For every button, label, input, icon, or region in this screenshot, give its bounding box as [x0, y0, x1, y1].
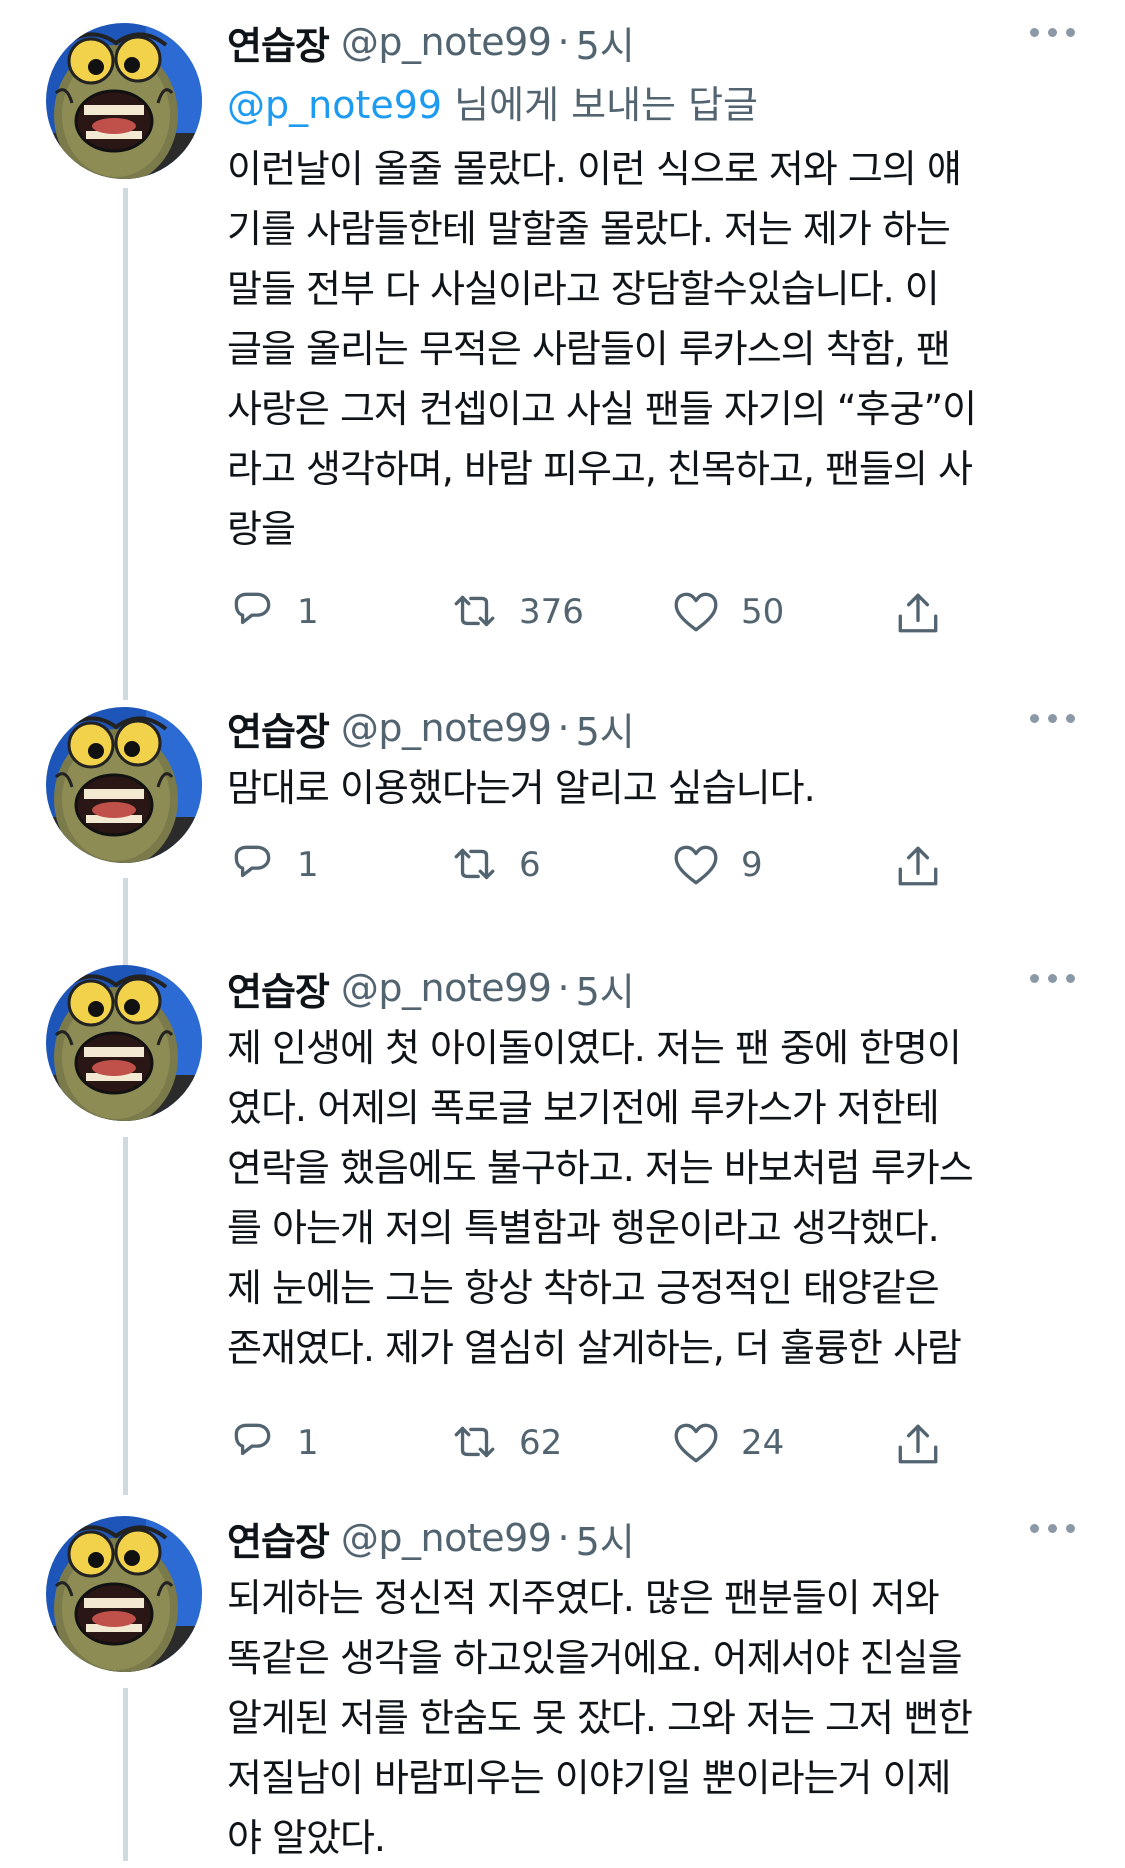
- retweet-count: 376: [519, 592, 584, 632]
- tweet[interactable]: 연습장 @p_note99 · 5시 @p_note99 님에게 보내는 답글 …: [0, 0, 1125, 700]
- retweet-button[interactable]: 62: [449, 1418, 671, 1468]
- thread-line: [123, 1137, 128, 1495]
- display-name[interactable]: 연습장: [227, 701, 330, 756]
- thread-line: [123, 188, 128, 700]
- reply-context: @p_note99 님에게 보내는 답글: [227, 74, 1095, 129]
- share-icon: [898, 846, 938, 886]
- retweet-count: 62: [519, 1423, 563, 1463]
- tweet-actions: 1 62 24: [227, 1413, 973, 1473]
- reply-mention-link[interactable]: @p_note99: [227, 83, 442, 127]
- more-icon[interactable]: [1030, 714, 1075, 723]
- share-icon: [898, 593, 938, 633]
- avatar[interactable]: [46, 965, 202, 1121]
- share-icon: [898, 1424, 938, 1464]
- reply-button[interactable]: 1: [227, 840, 449, 890]
- reply-count: 1: [297, 592, 319, 632]
- timestamp[interactable]: 5시: [576, 701, 635, 756]
- avatar[interactable]: [46, 23, 202, 179]
- tweet-header: 연습장 @p_note99 · 5시: [227, 1510, 1095, 1566]
- share-button[interactable]: [893, 1418, 973, 1468]
- like-icon: [674, 592, 718, 632]
- like-count: 9: [741, 845, 763, 885]
- reply-icon: [234, 592, 271, 625]
- display-name[interactable]: 연습장: [227, 1511, 330, 1566]
- like-button[interactable]: 24: [671, 1418, 893, 1468]
- tweet-text: 맘대로 이용했다는거 알리고 싶습니다.: [227, 766, 816, 810]
- retweet-icon: [454, 848, 495, 880]
- more-icon[interactable]: [1030, 974, 1075, 983]
- display-name[interactable]: 연습장: [227, 15, 330, 70]
- tweet-header: 연습장 @p_note99 · 5시: [227, 700, 1095, 756]
- reply-count: 1: [297, 1423, 319, 1463]
- tweet-header: 연습장 @p_note99 · 5시: [227, 960, 1095, 1016]
- timestamp[interactable]: 5시: [576, 15, 635, 70]
- username[interactable]: @p_note99: [341, 20, 552, 64]
- share-button[interactable]: [893, 840, 973, 890]
- username[interactable]: @p_note99: [341, 966, 552, 1010]
- retweet-button[interactable]: 6: [449, 840, 671, 890]
- tweet[interactable]: 연습장 @p_note99 · 5시 되게하는 정신적 지주였다. 많은 팬분들…: [0, 1510, 1125, 1861]
- tweet-text: 되게하는 정신적 지주였다. 많은 팬분들이 저와 똑같은 생각을 하고있을거에…: [227, 1576, 973, 1860]
- tweet-header: 연습장 @p_note99 · 5시: [227, 14, 1095, 70]
- share-button[interactable]: [893, 587, 973, 637]
- username[interactable]: @p_note99: [341, 1516, 552, 1560]
- reply-icon: [234, 845, 271, 878]
- tweet-actions: 1 376 50: [227, 582, 973, 642]
- avatar[interactable]: [46, 1516, 202, 1672]
- more-icon[interactable]: [1030, 1524, 1075, 1533]
- timestamp[interactable]: 5시: [576, 1511, 635, 1566]
- reply-context-text: 님에게 보내는 답글: [442, 83, 759, 127]
- avatar[interactable]: [46, 707, 202, 863]
- username[interactable]: @p_note99: [341, 706, 552, 750]
- retweet-icon: [454, 595, 495, 627]
- tweet-text: 제 인생에 첫 아이돌이였다. 저는 팬 중에 한명이 였다. 어제의 폭로글 …: [227, 1026, 974, 1370]
- separator-dot: ·: [557, 1516, 570, 1560]
- retweet-icon: [454, 1426, 495, 1458]
- display-name[interactable]: 연습장: [227, 961, 330, 1016]
- like-count: 24: [741, 1423, 785, 1463]
- like-button[interactable]: 9: [671, 840, 893, 890]
- separator-dot: ·: [557, 706, 570, 750]
- like-button[interactable]: 50: [671, 587, 893, 637]
- tweet[interactable]: 연습장 @p_note99 · 5시 맘대로 이용했다는거 알리고 싶습니다. …: [0, 700, 1125, 968]
- timestamp[interactable]: 5시: [576, 961, 635, 1016]
- reply-button[interactable]: 1: [227, 587, 449, 637]
- reply-count: 1: [297, 845, 319, 885]
- reply-icon: [234, 1423, 271, 1456]
- retweet-count: 6: [519, 845, 541, 885]
- thread-line: [123, 878, 128, 968]
- thread-line: [123, 1688, 128, 1861]
- separator-dot: ·: [557, 20, 570, 64]
- more-icon[interactable]: [1030, 28, 1075, 37]
- retweet-button[interactable]: 376: [449, 587, 671, 637]
- reply-button[interactable]: 1: [227, 1418, 449, 1468]
- like-icon: [674, 1423, 718, 1463]
- tweet-actions: 1 6 9: [227, 835, 973, 895]
- separator-dot: ·: [557, 966, 570, 1010]
- like-icon: [674, 845, 718, 885]
- tweet-text: 이런날이 올줄 몰랐다. 이런 식으로 저와 그의 얘 기를 사람들한테 말할줄…: [227, 147, 977, 551]
- like-count: 50: [741, 592, 785, 632]
- tweet[interactable]: 연습장 @p_note99 · 5시 제 인생에 첫 아이돌이였다. 저는 팬 …: [0, 960, 1125, 1500]
